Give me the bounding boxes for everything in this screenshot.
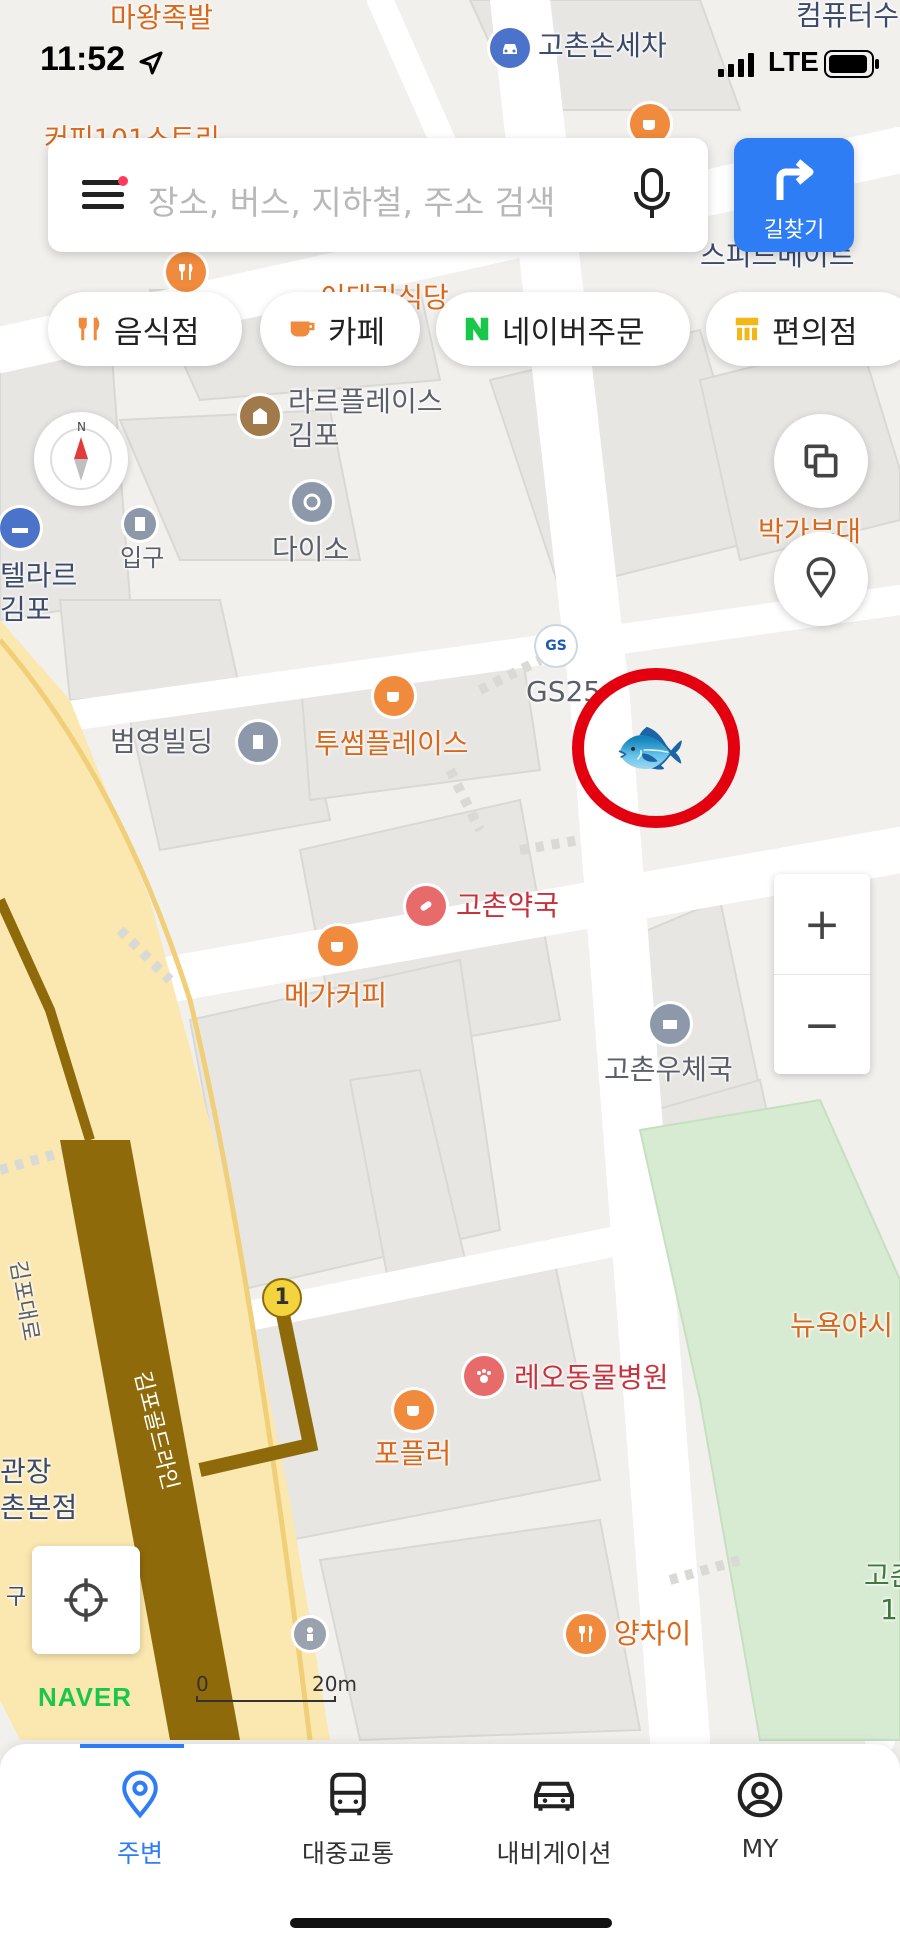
network-type: LTE (768, 46, 819, 77)
map-label[interactable]: 촌본점 (0, 1492, 77, 1524)
map-label[interactable]: 김포 (0, 594, 52, 626)
chip-label: 편의점 (772, 314, 858, 351)
compass-icon: N (50, 420, 112, 490)
tab-label: 주변 (116, 1839, 163, 1868)
chip-label: 네이버주문 (502, 314, 645, 351)
active-tab-indicator (80, 1744, 184, 1748)
scale-distance-label: 20m (312, 1672, 357, 1696)
current-location-button[interactable] (32, 1546, 140, 1654)
crosshair-icon (64, 1578, 108, 1622)
route-button[interactable]: 길찾기 (734, 138, 854, 252)
chip-cafe[interactable]: 카페 (260, 292, 420, 366)
tab-nearby[interactable]: 주변 (50, 1768, 230, 1870)
chip-restaurant[interactable]: 음식점 (48, 292, 242, 366)
map-label[interactable]: 텔라르 (0, 560, 77, 592)
location-button[interactable] (774, 532, 868, 626)
map-label[interactable]: 관장 (0, 1456, 52, 1488)
user-icon (737, 1772, 783, 1818)
map-label[interactable]: 라르플레이스 (288, 386, 443, 418)
layers-button[interactable] (774, 414, 868, 508)
station-exit-badge[interactable]: 1 (262, 1278, 302, 1318)
scale-start-label: 0 (196, 1672, 209, 1696)
map-label[interactable]: 1 (880, 1594, 898, 1626)
naver-n-icon (462, 314, 492, 344)
gs25-poi-icon[interactable]: GS (536, 626, 576, 666)
fish-icon[interactable]: 🐟 (614, 712, 686, 781)
tab-transit[interactable]: 대중교통 (258, 1768, 438, 1870)
tab-label: MY (741, 1834, 779, 1863)
daiso-poi-icon[interactable] (292, 482, 332, 522)
map-label[interactable]: 양차이 (614, 1618, 691, 1650)
chip-label: 카페 (328, 314, 386, 351)
map-label[interactable]: 투썸플레이스 (314, 728, 469, 760)
map-label[interactable]: 마왕족발 (110, 2, 213, 34)
signal-icon (718, 53, 754, 77)
vet-poi-icon[interactable] (464, 1356, 504, 1396)
chip-naver-order[interactable]: 네이버주문 (436, 292, 690, 366)
hotel-poi-icon[interactable] (0, 508, 40, 548)
map-scale: 0 20m (196, 1672, 360, 1706)
map-label[interactable]: 고촌약국 (456, 890, 559, 922)
microphone-icon[interactable] (632, 168, 672, 222)
cafe-poi-icon[interactable] (318, 926, 358, 966)
chip-convenience-store[interactable]: 편의점 (706, 292, 900, 366)
building-poi-icon[interactable] (240, 396, 280, 436)
restaurant-poi-icon[interactable] (566, 1614, 606, 1654)
map-label[interactable]: 다이소 (272, 534, 349, 566)
restaurant-poi-icon[interactable] (166, 252, 206, 292)
store-icon (732, 314, 762, 344)
car-wash-icon[interactable] (490, 28, 530, 68)
turn-right-arrow-icon (776, 159, 814, 200)
car-icon (533, 1781, 575, 1811)
search-input[interactable]: 장소, 버스, 지하철, 주소 검색 (148, 176, 555, 224)
map-label[interactable]: 포플러 (374, 1438, 451, 1470)
home-indicator (290, 1918, 612, 1928)
bus-icon (330, 1772, 366, 1816)
status-time: 11:52 (40, 40, 126, 78)
svg-text:N: N (77, 420, 86, 434)
map-label[interactable]: 고촌우체국 (604, 1054, 733, 1086)
map-label[interactable]: 컴퓨터수 (796, 0, 899, 32)
cafe-poi-icon[interactable] (394, 1390, 434, 1430)
post-office-poi-icon[interactable] (650, 1004, 690, 1044)
map-label[interactable]: 김포 (288, 420, 340, 452)
map-label[interactable]: 범영빌딩 (110, 726, 213, 758)
menu-icon[interactable] (82, 176, 128, 214)
location-arrow-icon (139, 51, 163, 75)
tab-label: 대중교통 (301, 1839, 394, 1868)
cafe-poi-icon[interactable] (374, 676, 414, 716)
map-label[interactable]: 구 (6, 1582, 26, 1614)
zoom-out-button[interactable]: − (774, 974, 870, 1075)
map-label[interactable]: 뉴욕야시 (790, 1310, 893, 1342)
fork-knife-icon (74, 313, 104, 345)
map-label[interactable]: 고촌 (864, 1560, 900, 1592)
naver-logo: NAVER (38, 1682, 133, 1712)
entrance-icon (124, 508, 156, 540)
map-label[interactable]: 입구 (120, 542, 164, 574)
tab-navigation[interactable]: 내비게이션 (464, 1768, 644, 1870)
tab-label: 내비게이션 (496, 1839, 612, 1868)
compass-button[interactable]: N (34, 412, 128, 506)
battery-icon (824, 50, 879, 78)
chip-label: 음식점 (114, 314, 200, 351)
map-label[interactable]: 메가커피 (284, 980, 387, 1012)
route-button-label: 길찾기 (763, 218, 825, 243)
location-pin-icon (122, 1770, 158, 1819)
coffee-cup-icon (286, 314, 318, 344)
tab-my[interactable]: MY (670, 1768, 850, 1863)
map-label[interactable]: 고촌손세차 (538, 30, 667, 62)
pharmacy-poi-icon[interactable] (406, 886, 446, 926)
restroom-icon (294, 1618, 326, 1650)
building-poi-icon[interactable] (238, 722, 278, 762)
location-pin-icon (806, 557, 836, 599)
layers-icon (804, 444, 838, 478)
zoom-in-button[interactable]: + (774, 874, 870, 974)
search-bar[interactable]: 장소, 버스, 지하철, 주소 검색 (48, 138, 708, 252)
zoom-controls: + − (774, 874, 870, 1074)
map-label[interactable]: 레오동물병원 (514, 1362, 669, 1394)
